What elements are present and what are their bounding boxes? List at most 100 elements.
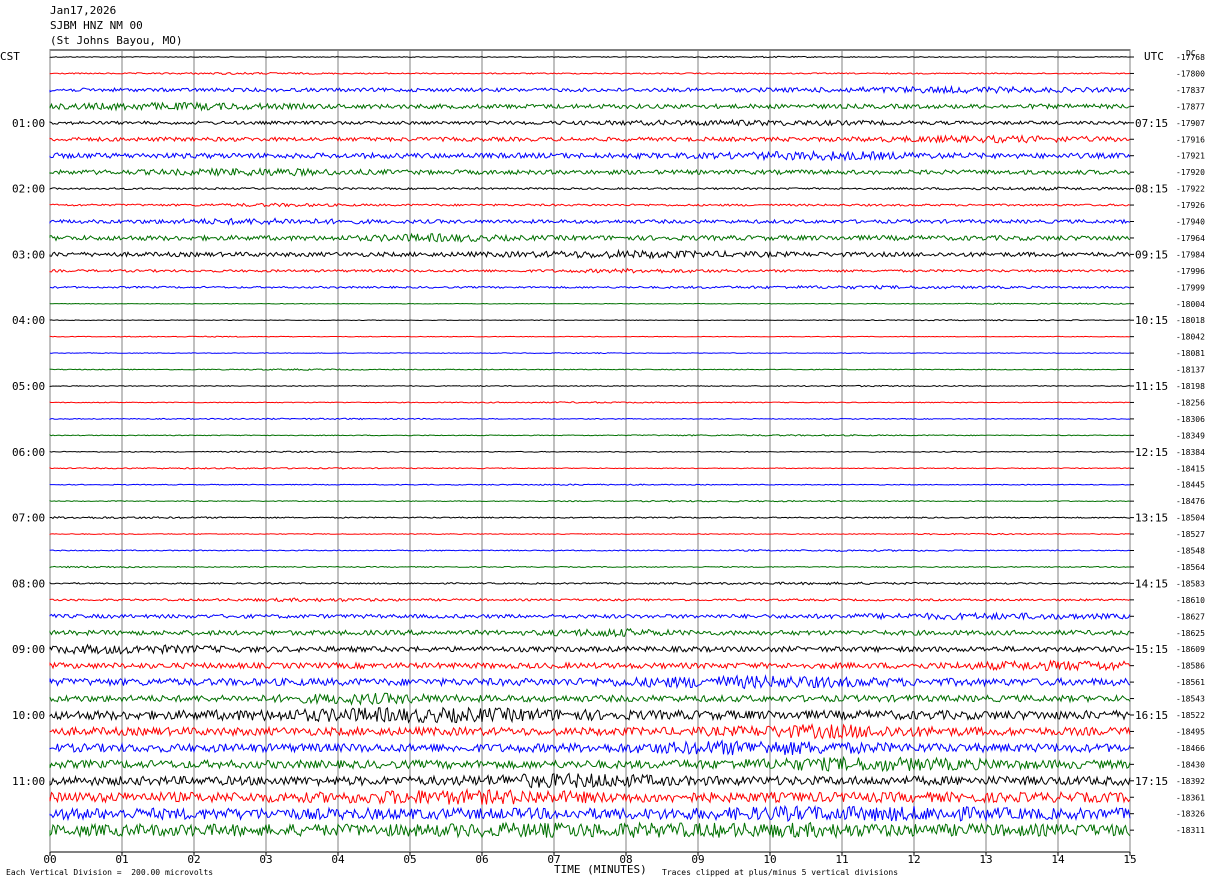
dc-offset-label: -18311 bbox=[1176, 826, 1205, 835]
dc-offset-label: -17921 bbox=[1176, 152, 1205, 161]
trace-row-18 bbox=[49, 335, 1131, 338]
x-tick-label: 03 bbox=[259, 853, 272, 866]
trace-row-11 bbox=[49, 217, 1131, 226]
dc-offset-label: -17877 bbox=[1176, 102, 1205, 111]
dc-offset-label: -18430 bbox=[1176, 760, 1205, 769]
dc-offset-label: -17926 bbox=[1176, 201, 1205, 210]
dc-offset-label: -18527 bbox=[1176, 530, 1205, 539]
scale-note: Each Vertical Division = 200.00 microvol… bbox=[6, 868, 214, 877]
dc-offset-label: -18256 bbox=[1176, 398, 1205, 407]
cst-hour-label: 11:00 bbox=[12, 775, 45, 788]
utc-hour-label: 16:15 bbox=[1135, 709, 1168, 722]
trace-row-21 bbox=[49, 384, 1131, 388]
x-tick-label: 15 bbox=[1123, 853, 1136, 866]
cst-hour-label: 01:00 bbox=[12, 117, 45, 130]
trace-row-15 bbox=[49, 284, 1131, 290]
x-tick-label: 01 bbox=[115, 853, 128, 866]
dc-offset-label: -18137 bbox=[1176, 366, 1205, 375]
cst-hour-label: 07:00 bbox=[12, 512, 45, 525]
utc-hour-label: 07:15 bbox=[1135, 117, 1168, 130]
trace-row-27 bbox=[49, 483, 1131, 486]
dc-offset-label: -18004 bbox=[1176, 300, 1205, 309]
trace-row-8 bbox=[49, 167, 1131, 178]
trace-row-31 bbox=[49, 549, 1131, 552]
cst-hour-label: 05:00 bbox=[12, 380, 45, 393]
trace-row-23 bbox=[49, 417, 1131, 421]
x-tick-label: 00 bbox=[43, 853, 56, 866]
utc-hour-label: 08:15 bbox=[1135, 183, 1168, 196]
trace-row-26 bbox=[49, 466, 1131, 470]
utc-hour-label: 14:15 bbox=[1135, 577, 1168, 590]
dc-offset-label: -18476 bbox=[1176, 497, 1205, 506]
trace-row-20 bbox=[49, 368, 1130, 371]
trace-row-35 bbox=[49, 611, 1131, 621]
dc-offset-label: -18018 bbox=[1176, 316, 1205, 325]
trace-row-44 bbox=[49, 755, 1131, 773]
trace-row-39 bbox=[49, 674, 1131, 690]
dc-offset-label: -18361 bbox=[1176, 793, 1205, 802]
dc-offset-label: -18306 bbox=[1176, 415, 1205, 424]
dc-offset-label: -18586 bbox=[1176, 662, 1205, 671]
trace-row-4 bbox=[49, 101, 1131, 112]
dc-offset-label: -18625 bbox=[1176, 629, 1205, 638]
trace-row-2 bbox=[49, 71, 1131, 76]
dc-offset-label: -18583 bbox=[1176, 579, 1205, 588]
dc-offset-label: -17964 bbox=[1176, 234, 1205, 243]
trace-row-34 bbox=[49, 597, 1131, 603]
trace-row-9 bbox=[49, 186, 1131, 191]
x-tick-label: 05 bbox=[403, 853, 416, 866]
dc-offset-label: -18392 bbox=[1176, 777, 1205, 786]
trace-row-24 bbox=[49, 434, 1131, 437]
trace-row-48 bbox=[49, 821, 1131, 840]
trace-row-40 bbox=[49, 692, 1131, 706]
trace-row-45 bbox=[49, 772, 1131, 789]
trace-row-10 bbox=[49, 202, 1131, 208]
seismogram-traces bbox=[49, 55, 1131, 840]
dc-offset-label: -18466 bbox=[1176, 744, 1205, 753]
x-tick-label: 12 bbox=[907, 853, 920, 866]
dc-offset-label: -17800 bbox=[1176, 69, 1205, 78]
trace-row-22 bbox=[49, 401, 1131, 404]
x-tick-label: 09 bbox=[691, 853, 704, 866]
trace-row-46 bbox=[49, 787, 1131, 806]
trace-row-13 bbox=[49, 248, 1131, 260]
trace-row-25 bbox=[49, 450, 1130, 453]
dc-offset-label: -18504 bbox=[1176, 514, 1205, 523]
dc-offset-label: -18627 bbox=[1176, 612, 1205, 621]
trace-row-37 bbox=[49, 643, 1131, 656]
cst-hour-label: 02:00 bbox=[12, 183, 45, 196]
trace-row-38 bbox=[49, 659, 1131, 672]
x-tick-label: 14 bbox=[1051, 853, 1065, 866]
dc-offset-label: -18564 bbox=[1176, 563, 1205, 572]
dc-offset-label: -18522 bbox=[1176, 711, 1205, 720]
dc-offset-label: -18042 bbox=[1176, 333, 1205, 342]
cst-hour-label: 06:00 bbox=[12, 446, 45, 459]
dc-offset-label: -18548 bbox=[1176, 547, 1205, 556]
trace-row-36 bbox=[49, 627, 1131, 638]
dc-offset-label: -18081 bbox=[1176, 349, 1205, 358]
utc-hour-label: 15:15 bbox=[1135, 643, 1168, 656]
dc-offset-label: -18561 bbox=[1176, 678, 1205, 687]
utc-hour-label: 11:15 bbox=[1135, 380, 1168, 393]
x-tick-label: 06 bbox=[475, 853, 488, 866]
trace-row-47 bbox=[49, 804, 1131, 823]
utc-hour-label: 09:15 bbox=[1135, 248, 1168, 261]
cst-hour-label: 03:00 bbox=[12, 248, 45, 261]
x-axis-label: TIME (MINUTES) bbox=[554, 863, 647, 876]
dc-offset-label: -18610 bbox=[1176, 596, 1205, 605]
dc-offset-label: -18609 bbox=[1176, 645, 1205, 654]
trace-row-14 bbox=[49, 267, 1131, 274]
dc-offset-label: -17916 bbox=[1176, 135, 1205, 144]
dc-offset-label: -18326 bbox=[1176, 810, 1205, 819]
x-tick-label: 13 bbox=[979, 853, 992, 866]
x-tick-label: 11 bbox=[835, 853, 848, 866]
trace-row-19 bbox=[49, 352, 1131, 355]
utc-hour-label: 12:15 bbox=[1135, 446, 1168, 459]
x-tick-label: 02 bbox=[187, 853, 200, 866]
trace-row-28 bbox=[49, 499, 1131, 503]
trace-row-6 bbox=[49, 134, 1131, 144]
dc-offset-label: -18198 bbox=[1176, 382, 1205, 391]
trace-row-1 bbox=[49, 55, 1131, 59]
clip-note: Traces clipped at plus/minus 5 vertical … bbox=[662, 868, 899, 877]
trace-row-3 bbox=[49, 84, 1131, 95]
